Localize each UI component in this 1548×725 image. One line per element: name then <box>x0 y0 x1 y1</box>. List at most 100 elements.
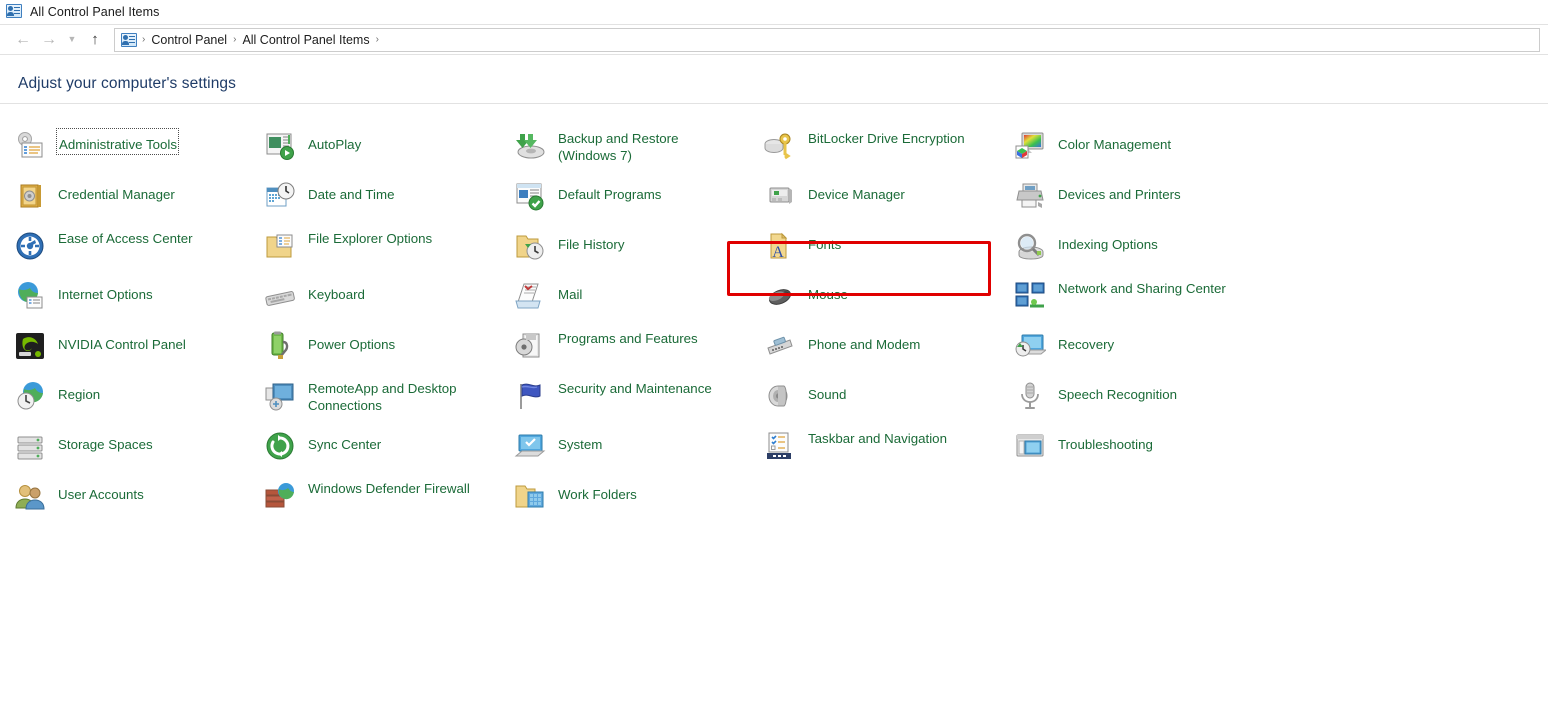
control-panel-item-troubleshooting[interactable]: Troubleshooting <box>1014 426 1299 476</box>
autoplay-icon <box>264 130 296 162</box>
control-panel-item-mouse[interactable]: Mouse <box>764 276 1014 326</box>
forward-arrow-icon[interactable]: → <box>36 28 62 52</box>
sync-center-icon <box>264 430 296 462</box>
control-panel-item-sync-center[interactable]: Sync Center <box>264 426 514 476</box>
control-panel-item-file-explorer-options[interactable]: File Explorer Options <box>264 226 514 276</box>
item-label[interactable]: Sync Center <box>308 430 381 453</box>
control-panel-item-speech-recognition[interactable]: Speech Recognition <box>1014 376 1299 426</box>
mail-icon <box>514 280 546 312</box>
recovery-icon <box>1014 330 1046 362</box>
item-label[interactable]: Credential Manager <box>58 180 175 203</box>
item-label[interactable]: Storage Spaces <box>58 430 153 453</box>
control-panel-item-nvidia-control-panel[interactable]: NVIDIA Control Panel <box>14 326 264 376</box>
control-panel-item-backup-and-restore-windows-7[interactable]: Backup and Restore (Windows 7) <box>514 126 764 176</box>
item-label[interactable]: User Accounts <box>58 480 144 503</box>
item-label[interactable]: Default Programs <box>558 180 661 203</box>
item-label[interactable]: BitLocker Drive Encryption <box>808 130 965 147</box>
item-label[interactable]: Taskbar and Navigation <box>808 430 947 447</box>
control-panel-item-ease-of-access-center[interactable]: Ease of Access Center <box>14 226 264 276</box>
navigation-bar: ← → ▼ ↑ › Control Panel › All Control Pa… <box>0 25 1548 54</box>
control-panel-item-phone-and-modem[interactable]: Phone and Modem <box>764 326 1014 376</box>
security-and-maintenance-icon <box>514 380 546 412</box>
control-panel-item-color-management[interactable]: Color Management <box>1014 126 1299 176</box>
item-label[interactable]: NVIDIA Control Panel <box>58 330 186 353</box>
item-label[interactable]: Fonts <box>808 230 841 253</box>
item-label[interactable]: Troubleshooting <box>1058 430 1153 453</box>
item-label[interactable]: Administrative Tools <box>56 128 179 155</box>
taskbar-and-navigation-icon <box>764 430 796 462</box>
mouse-icon <box>764 280 796 312</box>
control-panel-item-remoteapp-and-desktop-connections[interactable]: RemoteApp and Desktop Connections <box>264 376 514 426</box>
control-panel-item-fonts[interactable]: A Fonts <box>764 226 1014 276</box>
address-bar[interactable]: › Control Panel › All Control Panel Item… <box>114 27 1540 52</box>
control-panel-item-device-manager[interactable]: Device Manager <box>764 176 1014 226</box>
item-label[interactable]: Programs and Features <box>558 330 698 347</box>
item-label[interactable]: Color Management <box>1058 130 1171 153</box>
item-label[interactable]: File Explorer Options <box>308 230 432 247</box>
control-panel-item-programs-and-features[interactable]: Programs and Features <box>514 326 764 376</box>
item-label[interactable]: Indexing Options <box>1058 230 1158 253</box>
item-label[interactable]: Devices and Printers <box>1058 180 1181 203</box>
item-label[interactable]: Backup and Restore (Windows 7) <box>558 130 733 164</box>
up-arrow-icon[interactable]: ↑ <box>82 28 108 52</box>
item-label[interactable]: Ease of Access Center <box>58 230 193 247</box>
control-panel-item-network-and-sharing-center[interactable]: Network and Sharing Center <box>1014 276 1299 326</box>
item-label[interactable]: File History <box>558 230 625 253</box>
item-label[interactable]: RemoteApp and Desktop Connections <box>308 380 483 414</box>
control-panel-item-storage-spaces[interactable]: Storage Spaces <box>14 426 264 476</box>
control-panel-item-internet-options[interactable]: Internet Options <box>14 276 264 326</box>
item-label[interactable]: AutoPlay <box>308 130 361 153</box>
control-panel-item-mail[interactable]: Mail <box>514 276 764 326</box>
window-title: All Control Panel Items <box>30 5 160 19</box>
control-panel-item-indexing-options[interactable]: Indexing Options <box>1014 226 1299 276</box>
item-label[interactable]: Region <box>58 380 100 403</box>
control-panel-item-file-history[interactable]: File History <box>514 226 764 276</box>
item-label[interactable]: Device Manager <box>808 180 905 203</box>
item-label[interactable]: Speech Recognition <box>1058 380 1177 403</box>
control-panel-item-administrative-tools[interactable]: Administrative Tools <box>14 126 264 176</box>
item-label[interactable]: Windows Defender Firewall <box>308 480 470 497</box>
item-label[interactable]: Mail <box>558 280 582 303</box>
control-panel-item-user-accounts[interactable]: User Accounts <box>14 476 264 526</box>
keyboard-icon <box>264 280 296 312</box>
item-label[interactable]: Keyboard <box>308 280 365 303</box>
breadcrumb-separator[interactable]: › <box>375 34 380 45</box>
control-panel-item-keyboard[interactable]: Keyboard <box>264 276 514 326</box>
item-label[interactable]: Date and Time <box>308 180 394 203</box>
item-label[interactable]: Network and Sharing Center <box>1058 280 1226 297</box>
control-panel-item-credential-manager[interactable]: Credential Manager <box>14 176 264 226</box>
item-label[interactable]: Internet Options <box>58 280 153 303</box>
control-panel-item-system[interactable]: System <box>514 426 764 476</box>
control-panel-item-work-folders[interactable]: Work Folders <box>514 476 764 526</box>
bitlocker-icon <box>764 130 796 162</box>
control-panel-item-default-programs[interactable]: Default Programs <box>514 176 764 226</box>
page-header: Adjust your computer's settings <box>0 55 1548 103</box>
control-panel-item-region[interactable]: Region <box>14 376 264 426</box>
item-label[interactable]: Power Options <box>308 330 395 353</box>
control-panel-item-recovery[interactable]: Recovery <box>1014 326 1299 376</box>
internet-options-icon <box>14 280 46 312</box>
back-arrow-icon[interactable]: ← <box>10 28 36 52</box>
chevron-down-icon[interactable]: ▼ <box>62 28 82 52</box>
item-label[interactable]: Work Folders <box>558 480 637 503</box>
control-panel-item-taskbar-and-navigation[interactable]: Taskbar and Navigation <box>764 426 1014 476</box>
control-panel-item-sound[interactable]: Sound <box>764 376 1014 426</box>
control-panel-item-date-and-time[interactable]: Date and Time <box>264 176 514 226</box>
breadcrumb-item-control-panel[interactable]: Control Panel <box>146 33 232 47</box>
breadcrumb-item-all-control-panel-items[interactable]: All Control Panel Items <box>237 33 374 47</box>
control-panel-item-autoplay[interactable]: AutoPlay <box>264 126 514 176</box>
item-label[interactable]: Recovery <box>1058 330 1114 353</box>
item-label[interactable]: System <box>558 430 602 453</box>
device-manager-icon <box>764 180 796 212</box>
control-panel-item-bitlocker-drive-encryption[interactable]: BitLocker Drive Encryption <box>764 126 1014 176</box>
item-label[interactable]: Sound <box>808 380 846 403</box>
control-panel-icon <box>6 4 22 20</box>
control-panel-item-windows-defender-firewall[interactable]: Windows Defender Firewall <box>264 476 514 526</box>
item-label[interactable]: Security and Maintenance <box>558 380 712 397</box>
item-label[interactable]: Phone and Modem <box>808 330 920 353</box>
control-panel-item-devices-and-printers[interactable]: Devices and Printers <box>1014 176 1299 226</box>
phone-and-modem-icon <box>764 330 796 362</box>
control-panel-item-security-and-maintenance[interactable]: Security and Maintenance <box>514 376 764 426</box>
control-panel-item-power-options[interactable]: Power Options <box>264 326 514 376</box>
item-label[interactable]: Mouse <box>808 280 848 303</box>
